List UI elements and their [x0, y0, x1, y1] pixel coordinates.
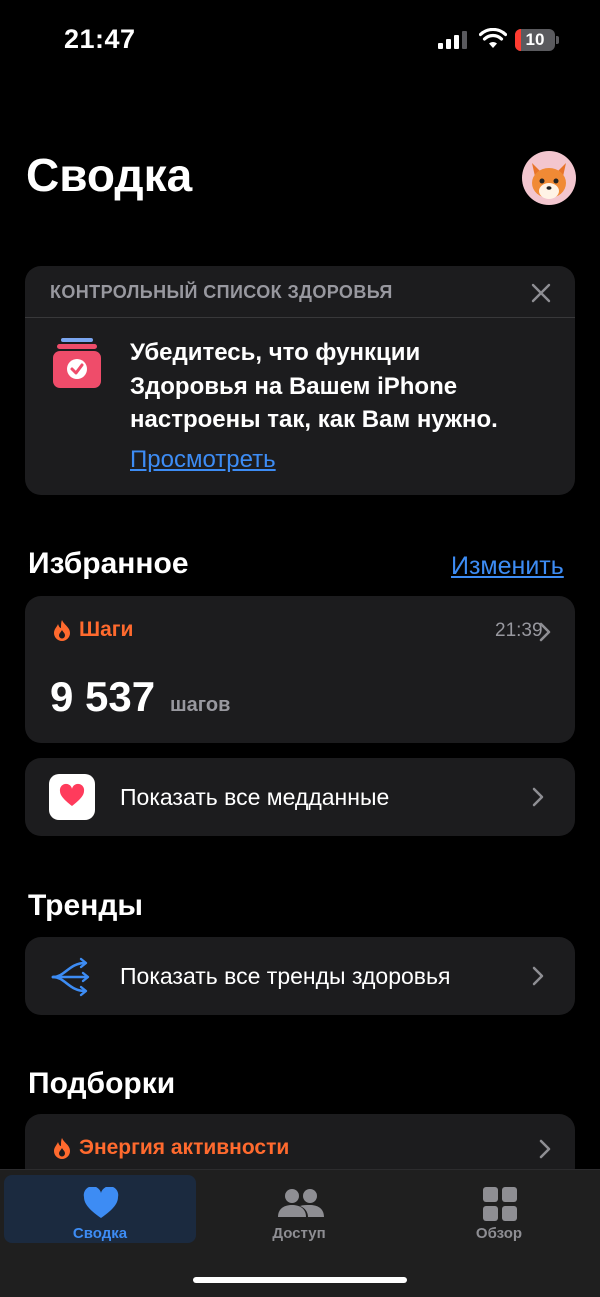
fox-memoji-avatar-icon	[532, 163, 566, 199]
checklist-icon	[53, 338, 101, 388]
divider	[25, 317, 575, 318]
home-indicator[interactable]	[193, 1277, 407, 1283]
status-bar: 21:47 10	[0, 0, 600, 80]
tab-summary-label: Сводка	[72, 1225, 128, 1242]
close-icon[interactable]	[530, 282, 552, 304]
show-all-trends-row[interactable]: Показать все тренды здоровья	[25, 937, 575, 1015]
wifi-icon	[479, 28, 507, 48]
tab-summary[interactable]: Сводка	[4, 1175, 196, 1243]
grid-icon	[483, 1187, 517, 1221]
favorites-title: Избранное	[28, 547, 189, 580]
tab-sharing-label: Доступ	[272, 1225, 326, 1242]
highlights-title: Подборки	[28, 1067, 176, 1100]
chevron-right-icon	[532, 787, 544, 807]
cellular-signal-icon	[438, 31, 467, 49]
steps-card[interactable]: Шаги 21:39 9 537 шагов	[25, 596, 575, 743]
edit-favorites-link[interactable]: Изменить	[451, 552, 564, 581]
avatar[interactable]	[522, 151, 576, 205]
tab-browse[interactable]: Обзор	[403, 1175, 595, 1243]
people-icon	[278, 1189, 324, 1217]
flame-icon	[54, 1138, 70, 1159]
health-app-icon	[49, 774, 95, 820]
review-link[interactable]: Просмотреть	[130, 446, 276, 474]
checklist-message: Убедитесь, что функции Здоровья на Вашем…	[130, 339, 498, 433]
chevron-right-icon	[539, 1139, 551, 1159]
health-checklist-card: КОНТРОЛЬНЫЙ СПИСОК ЗДОРОВЬЯ Убедитесь, ч…	[25, 266, 575, 495]
trends-icon	[51, 957, 90, 997]
tab-sharing[interactable]: Доступ	[203, 1175, 395, 1243]
show-all-trends-label: Показать все тренды здоровья	[120, 963, 451, 989]
chevron-right-icon	[539, 622, 551, 642]
show-all-health-data-label: Показать все медданные	[120, 784, 390, 810]
tab-browse-label: Обзор	[475, 1225, 523, 1242]
battery-indicator: 10	[515, 29, 559, 51]
steps-value: 9 537	[50, 673, 156, 720]
heart-icon	[83, 1187, 119, 1218]
steps-time: 21:39	[495, 620, 543, 641]
page-title: Сводка	[26, 149, 193, 201]
battery-level: 10	[525, 30, 545, 49]
steps-title: Шаги	[79, 618, 134, 641]
checklist-header: КОНТРОЛЬНЫЙ СПИСОК ЗДОРОВЬЯ	[50, 282, 393, 302]
active-energy-title: Энергия активности	[79, 1136, 290, 1159]
chevron-right-icon	[532, 966, 544, 986]
show-all-health-data-row[interactable]: Показать все медданные	[25, 758, 575, 836]
flame-icon	[54, 620, 70, 641]
trends-title: Тренды	[28, 889, 143, 922]
steps-unit: шагов	[170, 694, 231, 716]
status-time: 21:47	[64, 24, 136, 54]
